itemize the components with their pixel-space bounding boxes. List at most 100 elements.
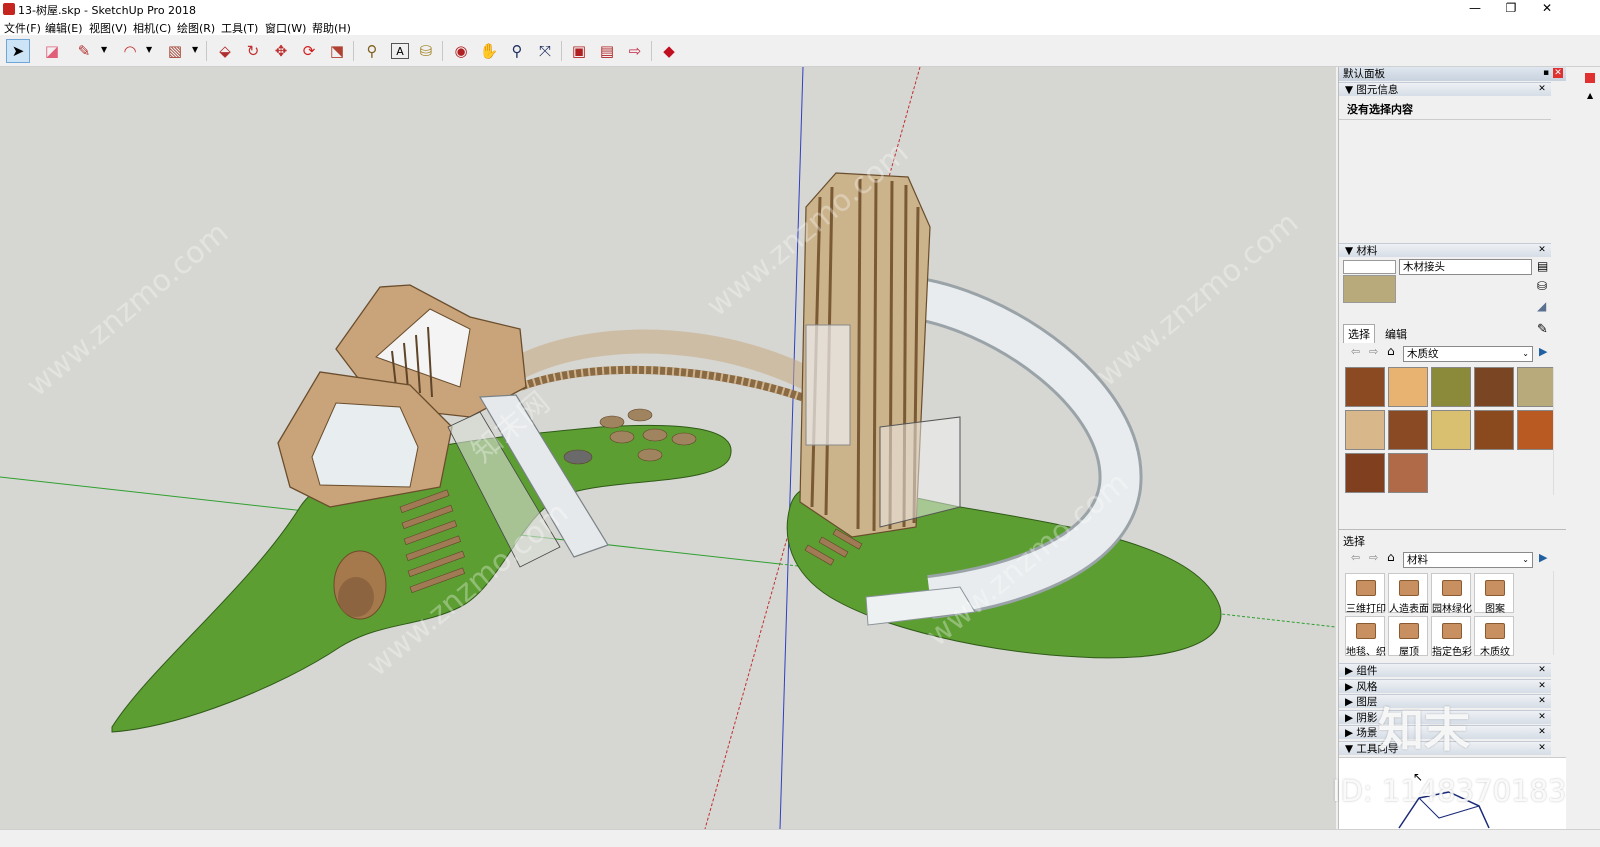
tape-measure-tool[interactable]: ⚲ <box>360 39 384 63</box>
material-swatch[interactable] <box>1474 410 1514 450</box>
orbit-tool[interactable]: ◉ <box>449 39 473 63</box>
zoom-tool[interactable]: ⚲ <box>505 39 529 63</box>
layout-send-tool[interactable]: ⇨ <box>623 39 647 63</box>
forward-icon[interactable]: ⇨ <box>1369 345 1378 358</box>
close-icon[interactable]: ✕ <box>1537 681 1547 691</box>
library-folder[interactable]: 地毯、织 <box>1345 616 1386 658</box>
menu-file[interactable]: 文件(F) <box>4 20 41 36</box>
orbit-icon: ◉ <box>454 41 468 60</box>
extension-warehouse-tool[interactable]: ▤ <box>595 39 619 63</box>
pan-tool[interactable]: ✋ <box>477 39 501 63</box>
library-folder[interactable]: 木质纹 <box>1474 616 1514 658</box>
close-icon[interactable]: ✕ <box>1537 743 1547 753</box>
close-icon[interactable]: ✕ <box>1537 84 1547 94</box>
minimize-button[interactable]: — <box>1458 0 1492 18</box>
rotate-tool[interactable]: ⟳ <box>297 39 321 63</box>
menu-window[interactable]: 窗口(W) <box>265 20 306 36</box>
push-pull-tool[interactable]: ⬙ <box>213 39 237 63</box>
close-icon[interactable]: ✕ <box>1537 696 1547 706</box>
menu-draw[interactable]: 绘图(R) <box>177 20 215 36</box>
sample-paint-icon[interactable]: ✎ <box>1537 322 1548 337</box>
back-icon[interactable]: ⇦ <box>1351 551 1360 564</box>
scroll-up-icon[interactable]: ▲ <box>1587 91 1593 100</box>
menu-help[interactable]: 帮助(H) <box>312 20 351 36</box>
library-folder[interactable]: 园林绿化 <box>1431 573 1472 615</box>
paint-bucket-icon: ⛁ <box>419 41 433 60</box>
scale-tool[interactable]: ⬔ <box>325 39 349 63</box>
create-material-icon[interactable]: ⛁ <box>1537 279 1547 293</box>
material-swatch[interactable] <box>1388 367 1428 407</box>
follow-me-tool[interactable]: ↻ <box>241 39 265 63</box>
rectangle-dropdown-icon[interactable]: ▼ <box>192 45 198 54</box>
material-swatch[interactable] <box>1517 410 1557 450</box>
close-icon[interactable]: ✕ <box>1537 665 1547 675</box>
library-folder[interactable]: 三维打印 <box>1345 573 1386 615</box>
blue-axis <box>779 67 804 829</box>
back-icon[interactable]: ⇦ <box>1351 345 1360 358</box>
menu-edit[interactable]: 编辑(E) <box>45 20 83 36</box>
pencil-dropdown-icon[interactable]: ▼ <box>101 45 107 54</box>
library-folder[interactable]: 人造表面 <box>1388 573 1429 615</box>
model-viewport[interactable]: www.znzmo.com www.znzmo.com www.znzmo.co… <box>0 67 1336 829</box>
library-folder[interactable]: 图案 <box>1474 573 1514 615</box>
ruby-tool[interactable]: ◆ <box>657 39 681 63</box>
text-tool[interactable]: A <box>391 43 409 59</box>
material-swatch[interactable] <box>1431 367 1471 407</box>
home-icon[interactable]: ⌂ <box>1387 344 1395 358</box>
material-name-field[interactable]: 木材接头 <box>1399 259 1532 275</box>
material-swatch[interactable] <box>1345 367 1385 407</box>
3d-warehouse-tool[interactable]: ▣ <box>567 39 591 63</box>
details-arrow-icon[interactable]: ▶ <box>1539 551 1547 564</box>
chevron-down-icon: ▼ <box>1345 84 1354 96</box>
material-swatch[interactable] <box>1388 453 1428 493</box>
tray-title: 默认面板 ▪ ✕ <box>1339 67 1566 81</box>
eraser-tool[interactable]: ◪ <box>40 39 64 63</box>
select-tool[interactable]: ➤ <box>6 39 30 63</box>
material-swatch[interactable] <box>1517 367 1557 407</box>
display-secondary-icon[interactable]: ▤ <box>1537 259 1548 273</box>
section-header[interactable]: ▶ 组件 ✕ <box>1339 663 1551 677</box>
close-icon[interactable]: ✕ <box>1537 245 1547 255</box>
close-button[interactable]: ✕ <box>1530 0 1564 18</box>
material-library-dropdown[interactable]: 木质纹 ⌄ <box>1403 346 1533 362</box>
material-swatch[interactable] <box>1388 410 1428 450</box>
details-arrow-icon[interactable]: ▶ <box>1539 345 1547 358</box>
material-swatch[interactable] <box>1345 410 1385 450</box>
divider <box>1339 529 1566 530</box>
library-folder[interactable]: 屋顶 <box>1388 616 1428 658</box>
menu-tools[interactable]: 工具(T) <box>221 20 258 36</box>
tab-select[interactable]: 选择 <box>1343 324 1375 343</box>
tab-edit[interactable]: 编辑 <box>1381 325 1411 343</box>
forward-icon[interactable]: ⇨ <box>1369 551 1378 564</box>
close-icon[interactable]: ✕ <box>1553 68 1563 78</box>
treehouse-model <box>0 67 1336 829</box>
secondary-library-dropdown[interactable]: 材料 ⌄ <box>1403 552 1533 568</box>
library-folder[interactable]: 指定色彩 <box>1431 616 1472 658</box>
arc-dropdown-icon[interactable]: ▼ <box>146 45 152 54</box>
zoom-extents-tool[interactable]: ⤧ <box>533 39 557 63</box>
paint-bucket-tool[interactable]: ⛁ <box>414 39 438 63</box>
arc-tool[interactable]: ◠ <box>118 39 142 63</box>
pin-icon[interactable]: ▪ <box>1541 68 1551 78</box>
library-scrollbar[interactable] <box>1553 571 1565 655</box>
materials-header[interactable]: ▼ 材料 ✕ <box>1339 243 1551 257</box>
materials-scrollbar[interactable] <box>1553 367 1565 495</box>
material-swatch[interactable] <box>1345 453 1385 493</box>
section-header[interactable]: ▶ 风格 ✕ <box>1339 678 1551 693</box>
close-icon[interactable]: ✕ <box>1537 712 1547 722</box>
pencil-tool[interactable]: ✎ <box>72 39 96 63</box>
entity-info-header[interactable]: ▼ 图元信息 ✕ <box>1339 82 1551 96</box>
home-icon[interactable]: ⌂ <box>1387 550 1395 564</box>
toolbar-separator <box>206 41 207 61</box>
menu-view[interactable]: 视图(V) <box>89 20 127 36</box>
move-tool[interactable]: ✥ <box>269 39 293 63</box>
material-swatch[interactable] <box>1474 367 1514 407</box>
default-material-icon[interactable]: ◢ <box>1537 299 1546 313</box>
chevron-down-icon: ▼ <box>1345 742 1357 755</box>
close-icon[interactable] <box>1585 73 1595 83</box>
menu-camera[interactable]: 相机(C) <box>133 20 171 36</box>
rectangle-tool[interactable]: ▧ <box>163 39 187 63</box>
maximize-button[interactable]: ❐ <box>1494 0 1528 18</box>
close-icon[interactable]: ✕ <box>1537 727 1547 737</box>
material-swatch[interactable] <box>1431 410 1471 450</box>
